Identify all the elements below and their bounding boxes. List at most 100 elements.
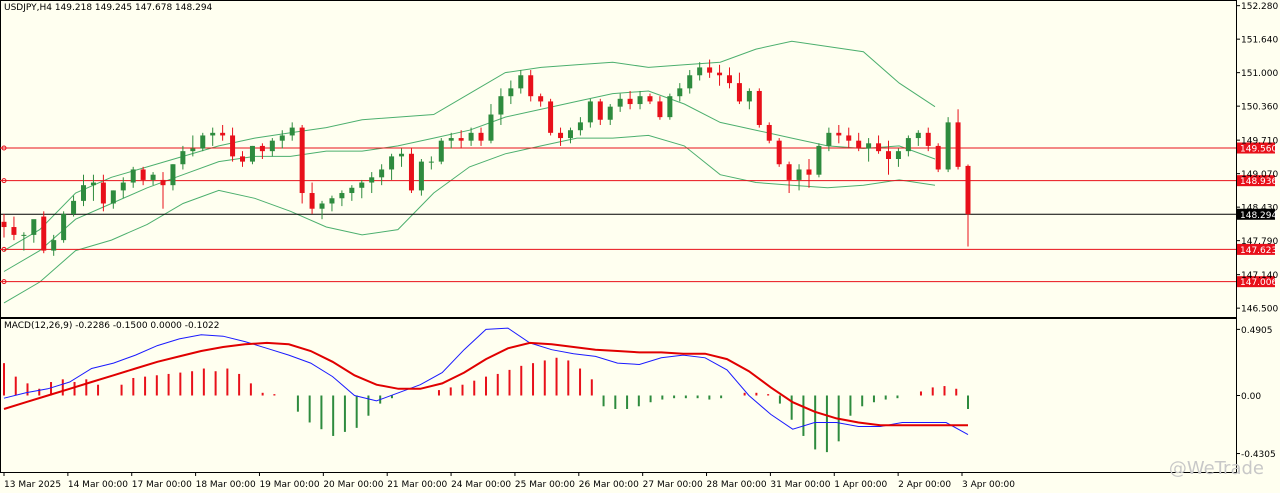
time-axis-label: 3 Apr 00:00	[962, 480, 1015, 490]
candle-body	[230, 135, 236, 157]
candle-body	[269, 140, 275, 152]
candle-body	[389, 156, 395, 170]
candle-body	[627, 98, 633, 105]
candle-body	[259, 145, 265, 152]
time-axis-label: 17 Mar 00:00	[132, 480, 192, 490]
candle-body	[965, 165, 971, 215]
candle-body	[816, 145, 822, 175]
candle-body	[299, 127, 305, 194]
time-axis-label: 14 Mar 00:00	[68, 480, 128, 490]
candle-body	[806, 169, 812, 175]
candle-body	[836, 132, 842, 136]
candle-body	[1, 221, 7, 228]
candle-body	[935, 145, 941, 170]
candle-body	[796, 169, 802, 180]
candle-body	[438, 140, 444, 162]
chart-window: 149.560 148.936 147.623 147.006 148.294 152.…	[0, 0, 1280, 493]
candle-body	[846, 135, 852, 141]
candle-body	[448, 138, 454, 141]
candle-body	[418, 161, 424, 191]
macd-histogram	[3, 357, 969, 453]
candle-body	[587, 101, 593, 123]
price-axis-label: 149.070	[1241, 170, 1278, 180]
candle-body	[240, 156, 246, 162]
candle-body	[577, 122, 583, 131]
time-axis-label: 26 Mar 00:00	[579, 480, 639, 490]
candle-body	[31, 219, 37, 235]
bollinger-middle	[3, 90, 936, 272]
axes: 152.280 151.640 151.000 150.360 149.710 149.0…	[3, 2, 1278, 490]
candle-body	[100, 182, 106, 204]
candle-body	[617, 98, 623, 107]
candle-body	[826, 132, 832, 146]
candle-body	[11, 227, 17, 235]
candle-body	[399, 153, 405, 157]
candle-body	[200, 135, 206, 149]
candle-body	[468, 132, 474, 141]
candle-body	[687, 75, 693, 89]
candle-body	[677, 88, 683, 97]
candle-body	[667, 96, 673, 118]
candle-body	[379, 169, 385, 178]
time-axis-label: 1 Apr 00:00	[834, 480, 887, 490]
time-axis-label: 13 Mar 2025	[4, 480, 61, 490]
candle-body	[697, 67, 703, 76]
time-axis-label: 31 Mar 00:00	[770, 480, 830, 490]
candle-body	[876, 143, 882, 152]
candle-body	[717, 72, 723, 76]
price-panel-frame	[0, 0, 1237, 318]
candle-body	[289, 127, 295, 136]
candle-body	[945, 122, 951, 170]
candle-body	[428, 161, 434, 163]
price-axis-label: 152.280	[1241, 2, 1278, 12]
price-axis-label: 151.640	[1241, 36, 1278, 46]
candle-body	[110, 190, 116, 204]
candle-body	[130, 169, 136, 183]
price-axis-label: 146.500	[1241, 305, 1278, 315]
price-axis-label: 147.140	[1241, 271, 1278, 281]
candle-body	[925, 132, 931, 146]
candle-body	[538, 96, 544, 102]
candle-body	[915, 132, 921, 139]
candle-body	[170, 164, 176, 186]
candle-body	[726, 75, 732, 84]
time-axis-label: 27 Mar 00:00	[643, 480, 703, 490]
candle-body	[140, 169, 146, 180]
candle-body	[61, 213, 67, 241]
candle-body	[756, 90, 762, 125]
level-label: 147.623	[1240, 246, 1277, 256]
horizontal-lines: 149.560148.936147.623147.006148.294	[0, 142, 1277, 288]
time-axis-label: 19 Mar 00:00	[259, 480, 319, 490]
candle-body	[647, 96, 653, 102]
wetrade-watermark: @WeTrade	[1168, 458, 1264, 479]
candle-body	[359, 182, 365, 188]
candle-body	[210, 132, 216, 136]
symbol-header: USDJPY,H4 149.218 149.245 147.678 148.29…	[4, 3, 213, 13]
candle-body	[349, 187, 355, 194]
candle-body	[508, 88, 514, 97]
candle-body	[498, 96, 504, 115]
candle-body	[707, 67, 713, 73]
price-axis-label: 147.790	[1241, 237, 1278, 247]
candle-body	[51, 240, 57, 251]
candle-body	[220, 132, 226, 136]
macd-header: MACD(12,26,9) -0.2286 -0.1500 0.0000 -0.…	[4, 321, 220, 331]
candle-body	[81, 185, 87, 201]
macd-axis-label: 0.00	[1241, 392, 1261, 402]
candle-body	[866, 143, 872, 149]
macd-axis-label: 0.4905	[1241, 326, 1273, 336]
candle-body	[180, 151, 186, 165]
candle-body	[150, 174, 156, 180]
candle-body	[905, 138, 911, 152]
candle-body	[955, 122, 961, 167]
candle-body	[607, 106, 613, 120]
price-axis-label: 150.360	[1241, 103, 1278, 113]
candle-body	[329, 198, 335, 204]
candle-body	[766, 124, 772, 141]
candle-body	[657, 101, 663, 118]
time-axis-label: 2 Apr 00:00	[898, 480, 951, 490]
candle-body	[458, 138, 464, 141]
candle-body	[309, 193, 315, 209]
candle-body	[597, 101, 603, 120]
candle-body	[249, 145, 255, 162]
